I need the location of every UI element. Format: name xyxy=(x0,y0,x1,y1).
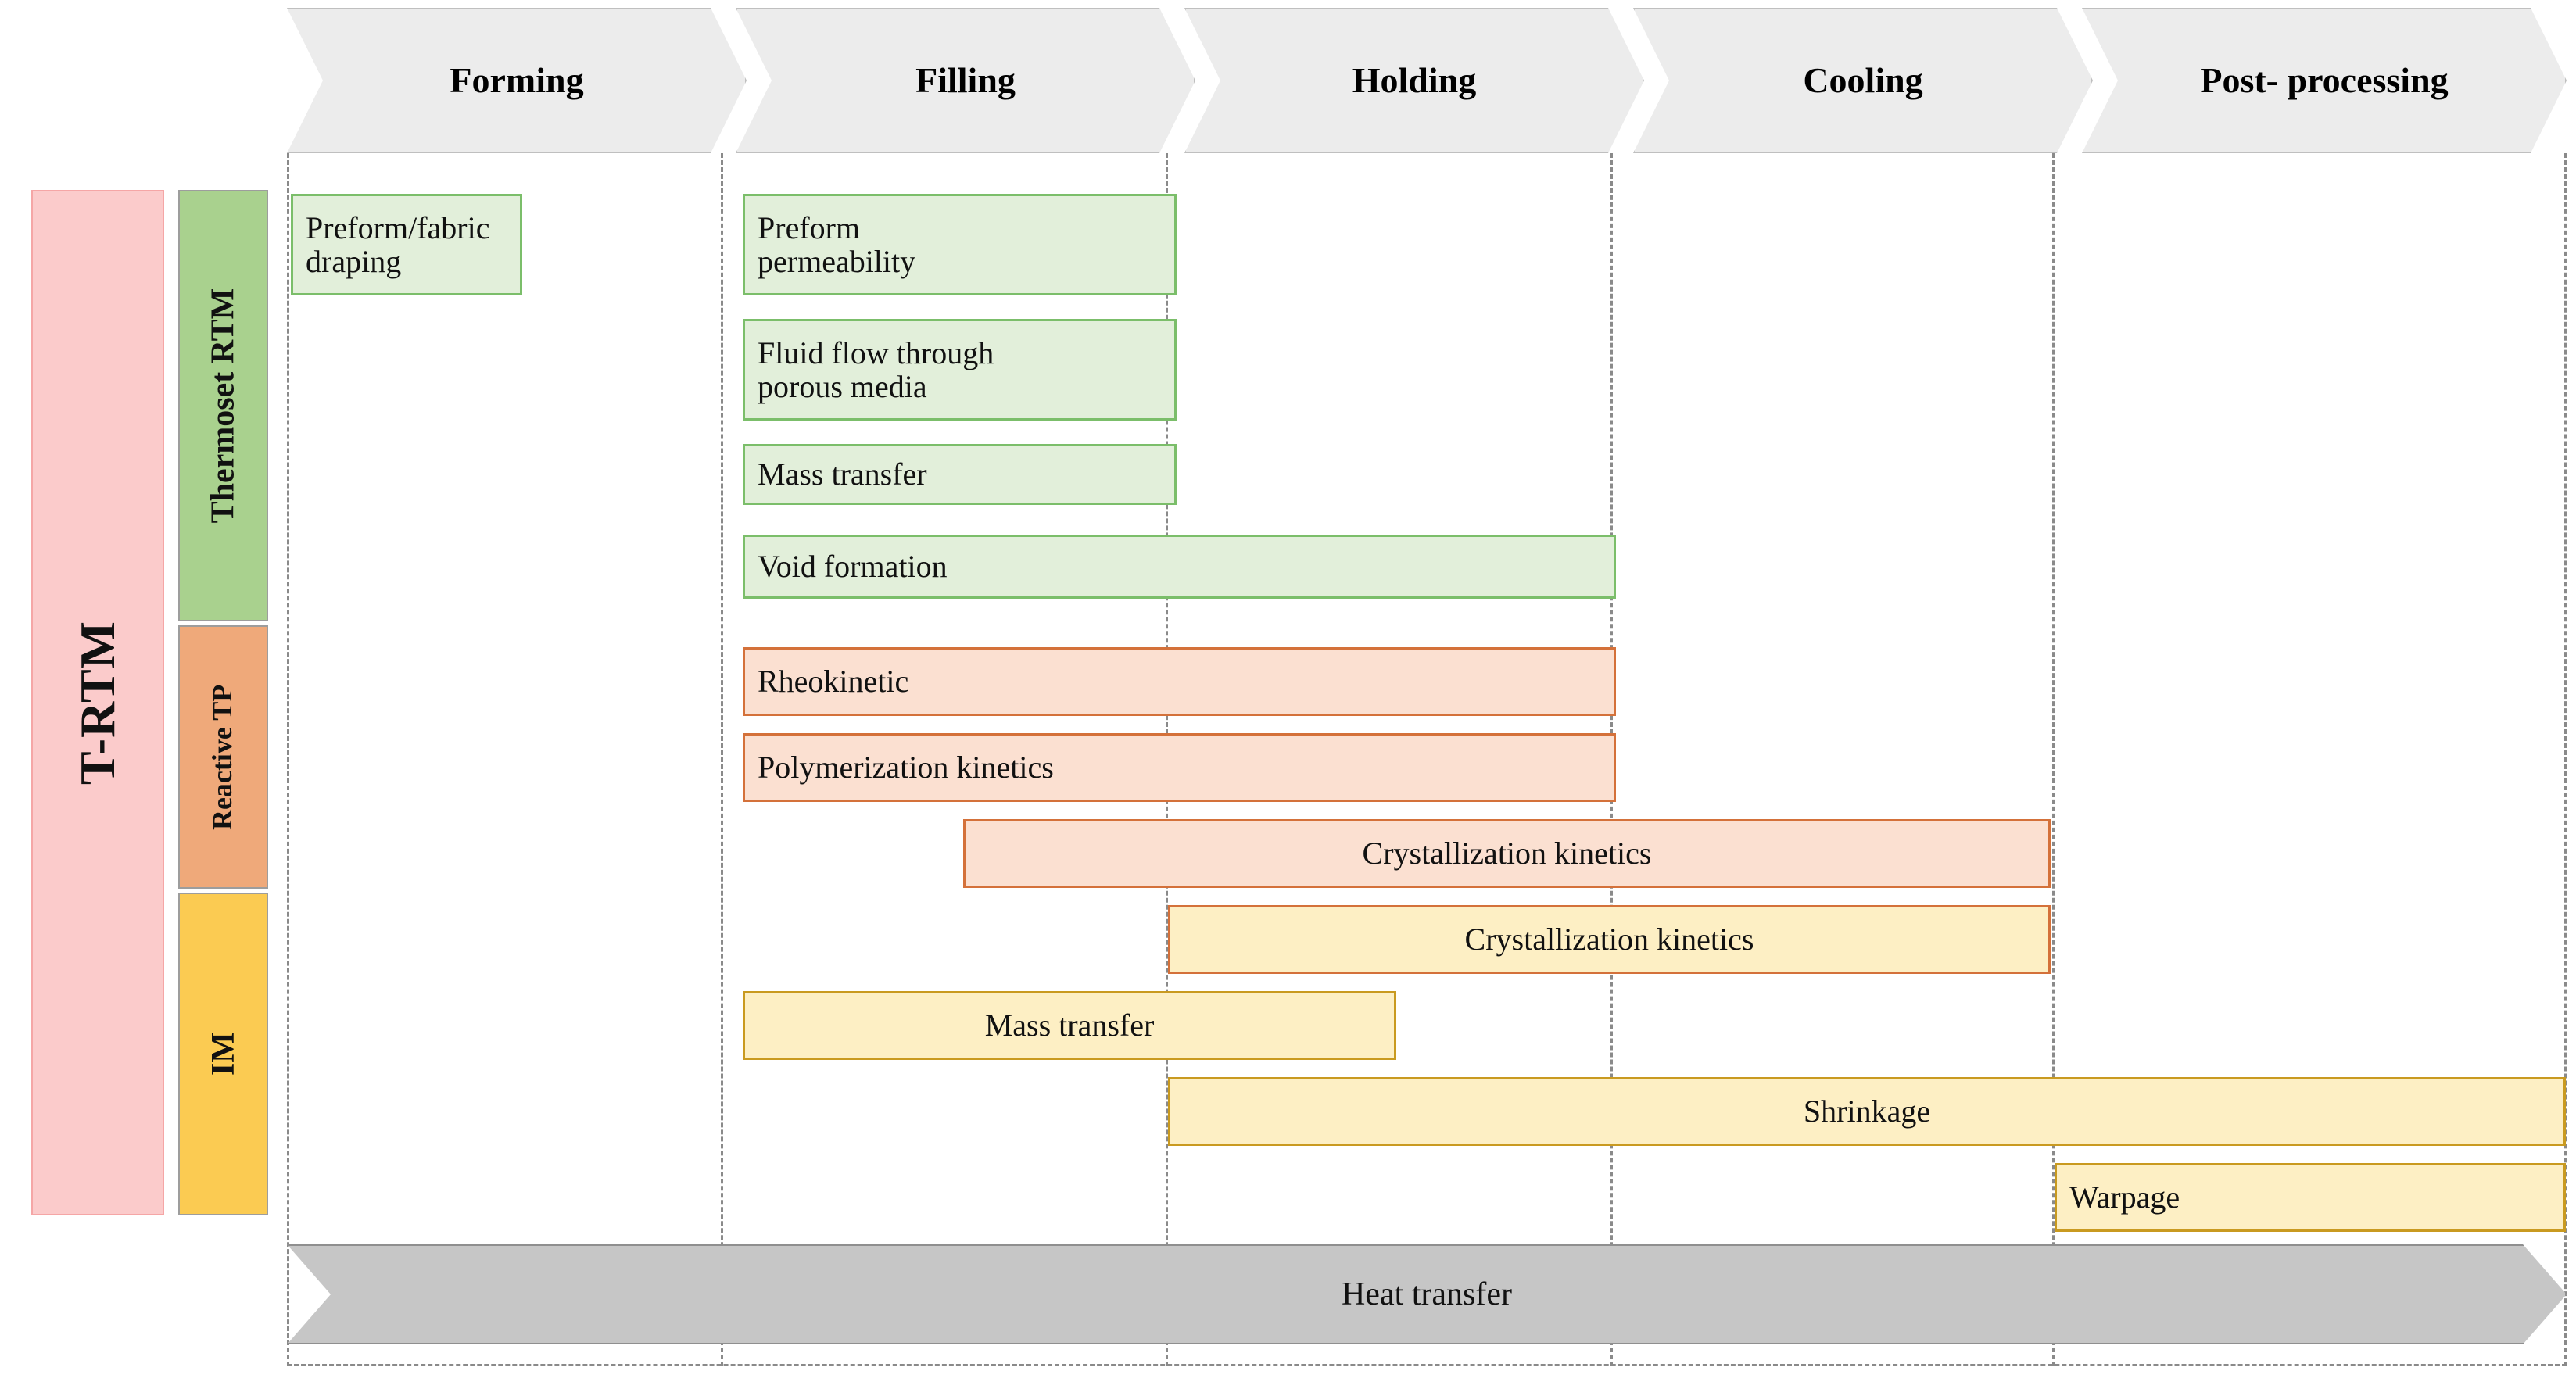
bar-label: Heat transfer xyxy=(1341,1276,1513,1312)
bar-label: Shrinkage xyxy=(1803,1093,1931,1129)
phase-header-label: Forming xyxy=(450,59,584,100)
bar-void-formation[interactable]: Void formation xyxy=(743,535,1616,599)
phase-header-label: Post- processing xyxy=(2200,59,2449,100)
bar-preform-fabric-draping[interactable]: Preform/fabric draping xyxy=(291,194,522,295)
category-reactive-tp: Reactive TP xyxy=(178,625,268,889)
column-rule-1 xyxy=(721,153,723,1366)
bar-label: Warpage xyxy=(2069,1179,2180,1215)
process-label-text: T-RTM xyxy=(70,620,125,786)
bar-preform-permeability[interactable]: Preform permeability xyxy=(743,194,1177,295)
bar-heat-transfer[interactable]: Heat transfer xyxy=(287,1244,2567,1344)
bar-warpage[interactable]: Warpage xyxy=(2055,1163,2566,1232)
phase-header-label: Cooling xyxy=(1803,59,1923,100)
bar-label: Crystallization kinetics xyxy=(1464,922,1754,957)
category-im: IM xyxy=(178,893,268,1215)
bar-mass-transfer-im[interactable]: Mass transfer xyxy=(743,991,1396,1060)
process-label-t-rtm: T-RTM xyxy=(31,190,164,1215)
phase-header-label: Filling xyxy=(915,59,1016,100)
bar-fluid-flow-porous-media[interactable]: Fluid flow through porous media xyxy=(743,319,1177,421)
category-label-thermoset-rtm: Thermoset RTM xyxy=(205,288,242,524)
bottom-rule xyxy=(287,1364,2567,1366)
diagram-canvas: T-RTM Thermoset RTM Reactive TP IM Formi… xyxy=(0,0,2576,1378)
bar-label: Preform permeability xyxy=(758,209,916,279)
bar-rheokinetic[interactable]: Rheokinetic xyxy=(743,647,1616,716)
bar-label: Mass transfer xyxy=(758,456,927,492)
bar-crystallization-kinetics-im[interactable]: Crystallization kinetics xyxy=(1168,905,2051,974)
phase-header-holding[interactable]: Holding xyxy=(1184,8,1644,153)
bar-label: Mass transfer xyxy=(984,1008,1155,1043)
phase-header-filling[interactable]: Filling xyxy=(736,8,1195,153)
phase-header-post-processing[interactable]: Post- processing xyxy=(2082,8,2567,153)
category-label-im: IM xyxy=(205,1032,242,1076)
bar-label: Crystallization kinetics xyxy=(1362,836,1652,872)
bar-label: Fluid flow through porous media xyxy=(758,335,994,404)
category-label-reactive-tp: Reactive TP xyxy=(206,684,238,830)
bar-label: Void formation xyxy=(758,549,948,585)
bar-shrinkage[interactable]: Shrinkage xyxy=(1168,1077,2566,1146)
phase-header-label: Holding xyxy=(1352,59,1477,100)
bar-mass-transfer-rtm[interactable]: Mass transfer xyxy=(743,444,1177,505)
column-rule-0 xyxy=(287,153,289,1366)
phase-header-forming[interactable]: Forming xyxy=(287,8,747,153)
bar-polymerization-kinetics[interactable]: Polymerization kinetics xyxy=(743,733,1616,802)
bar-crystallization-kinetics-tp[interactable]: Crystallization kinetics xyxy=(963,819,2051,888)
bar-label: Polymerization kinetics xyxy=(758,750,1054,786)
category-thermoset-rtm: Thermoset RTM xyxy=(178,190,268,621)
bar-label: Preform/fabric draping xyxy=(306,209,490,279)
phase-header-cooling[interactable]: Cooling xyxy=(1633,8,2093,153)
bar-label: Rheokinetic xyxy=(758,664,909,700)
